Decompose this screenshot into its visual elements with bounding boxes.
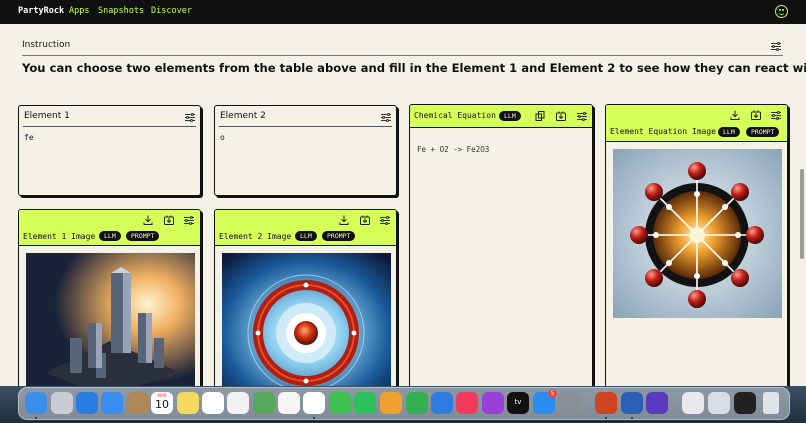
facetime-icon[interactable] (354, 392, 376, 414)
element2-title: Element 2 (220, 111, 266, 121)
element1-settings-icon[interactable] (185, 112, 195, 122)
equation-image-title: Element Equation Image (610, 127, 716, 136)
element1-image-title: Element 1 Image (23, 232, 96, 241)
launchpad-icon[interactable] (51, 392, 73, 414)
save-to-chat-icon[interactable] (164, 215, 174, 225)
chemical-equation-title: Chemical Equation (414, 111, 496, 120)
llm-badge: LLM (718, 127, 740, 137)
element2-image-card: Element 2 Image LLM PROMPT (214, 209, 397, 386)
reminders-icon[interactable] (227, 392, 249, 414)
top-navbar: PartyRock Apps Snapshots Discover (0, 0, 806, 24)
messages-icon[interactable] (329, 392, 351, 414)
equation-generated-image (613, 149, 782, 318)
download-icon[interactable] (143, 215, 153, 225)
divider (410, 127, 592, 128)
running-indicator (605, 417, 607, 419)
card-header: Chemical Equation LLM (410, 105, 592, 127)
element2-image-title: Element 2 Image (219, 232, 292, 241)
chemical-equation-card: Chemical Equation LLM Fe + O2 -> Fe2O3 (409, 104, 593, 386)
running-indicator (631, 417, 633, 419)
element1-image-settings-icon[interactable] (184, 215, 194, 225)
card-header: Element 2 Image LLM PROMPT (215, 210, 396, 245)
mail-icon[interactable] (101, 392, 123, 414)
instruction-text: You can choose two elements from the tab… (22, 61, 806, 75)
card-header: Element 1 Image LLM PROMPT (19, 210, 200, 245)
card-header: Element Equation Image LLM PROMPT (606, 105, 787, 141)
finder-icon[interactable] (25, 392, 47, 414)
prompt-badge: PROMPT (126, 231, 160, 241)
calendar-icon[interactable]: MAR 10 (151, 392, 173, 414)
download-icon[interactable] (339, 215, 349, 225)
imovie-icon[interactable] (646, 392, 668, 414)
prompt-badge: PROMPT (746, 127, 780, 137)
save-to-chat-icon[interactable] (556, 111, 566, 121)
podcasts-icon[interactable] (482, 392, 504, 414)
divider (19, 245, 200, 246)
divider (219, 126, 392, 127)
numbers-icon[interactable] (406, 392, 428, 414)
llm-badge: LLM (99, 231, 121, 241)
instruction-settings-icon[interactable] (771, 41, 781, 51)
element1-generated-image (26, 253, 195, 386)
user-menu-icon[interactable] (775, 5, 788, 18)
appletv-label: tv (514, 398, 522, 406)
appstore-update-badge: 5 (548, 389, 557, 398)
appletv-icon[interactable]: tv (507, 392, 529, 414)
equation-image-card: Element Equation Image LLM PROMPT (605, 104, 788, 386)
freeform-icon[interactable] (202, 392, 224, 414)
music-icon[interactable] (456, 392, 478, 414)
pages-icon[interactable] (380, 392, 402, 414)
maps-icon[interactable] (253, 392, 275, 414)
contacts-icon[interactable] (127, 392, 149, 414)
scrollbar-thumb[interactable] (800, 169, 804, 259)
nav-link-apps[interactable]: Apps (69, 6, 89, 16)
nav-link-discover[interactable]: Discover (151, 6, 192, 16)
settings-icon[interactable] (558, 392, 580, 414)
brand-logo[interactable]: PartyRock (18, 6, 64, 16)
element2-card: Element 2 o (214, 105, 397, 196)
llm-badge: LLM (295, 231, 317, 241)
save-to-chat-icon[interactable] (360, 215, 370, 225)
divider (22, 55, 783, 56)
instruction-label: Instruction (22, 40, 71, 50)
element2-image-settings-icon[interactable] (380, 215, 390, 225)
keynote-icon[interactable] (431, 392, 453, 414)
running-indicator (313, 417, 315, 419)
photos-icon[interactable] (278, 392, 300, 414)
notes-icon[interactable] (177, 392, 199, 414)
chemical-equation-output: Fe + O2 -> Fe2O3 (417, 145, 490, 154)
nav-link-snapshots[interactable]: Snapshots (98, 6, 144, 16)
equation-image-settings-icon[interactable] (771, 110, 781, 120)
chemical-equation-settings-icon[interactable] (577, 111, 587, 121)
download-icon[interactable] (730, 110, 740, 120)
trash-icon[interactable] (763, 392, 779, 414)
element1-card: Element 1 fe (18, 105, 201, 196)
llm-badge: LLM (499, 111, 521, 121)
divider (215, 245, 396, 246)
element2-generated-image (222, 253, 391, 386)
divider (606, 141, 787, 142)
calendar-day: 10 (155, 398, 169, 411)
divider (23, 126, 196, 127)
chrome-icon[interactable] (303, 392, 325, 414)
word-icon[interactable] (621, 392, 643, 414)
preview-icon[interactable] (682, 392, 704, 414)
finder-window-icon[interactable] (708, 392, 730, 414)
safari-icon[interactable] (76, 392, 98, 414)
element2-input[interactable]: o (220, 133, 225, 142)
app-canvas: Instruction You can choose two elements … (0, 24, 806, 386)
element2-settings-icon[interactable] (381, 112, 391, 122)
terminal-icon[interactable] (734, 392, 756, 414)
copy-icon[interactable] (535, 111, 545, 121)
save-to-chat-icon[interactable] (751, 110, 761, 120)
element1-image-card: Element 1 Image LLM PROMPT (18, 209, 201, 386)
element1-input[interactable]: fe (24, 133, 34, 142)
powerpoint-icon[interactable] (595, 392, 617, 414)
running-indicator (35, 417, 37, 419)
element1-title: Element 1 (24, 111, 70, 121)
prompt-badge: PROMPT (322, 231, 356, 241)
